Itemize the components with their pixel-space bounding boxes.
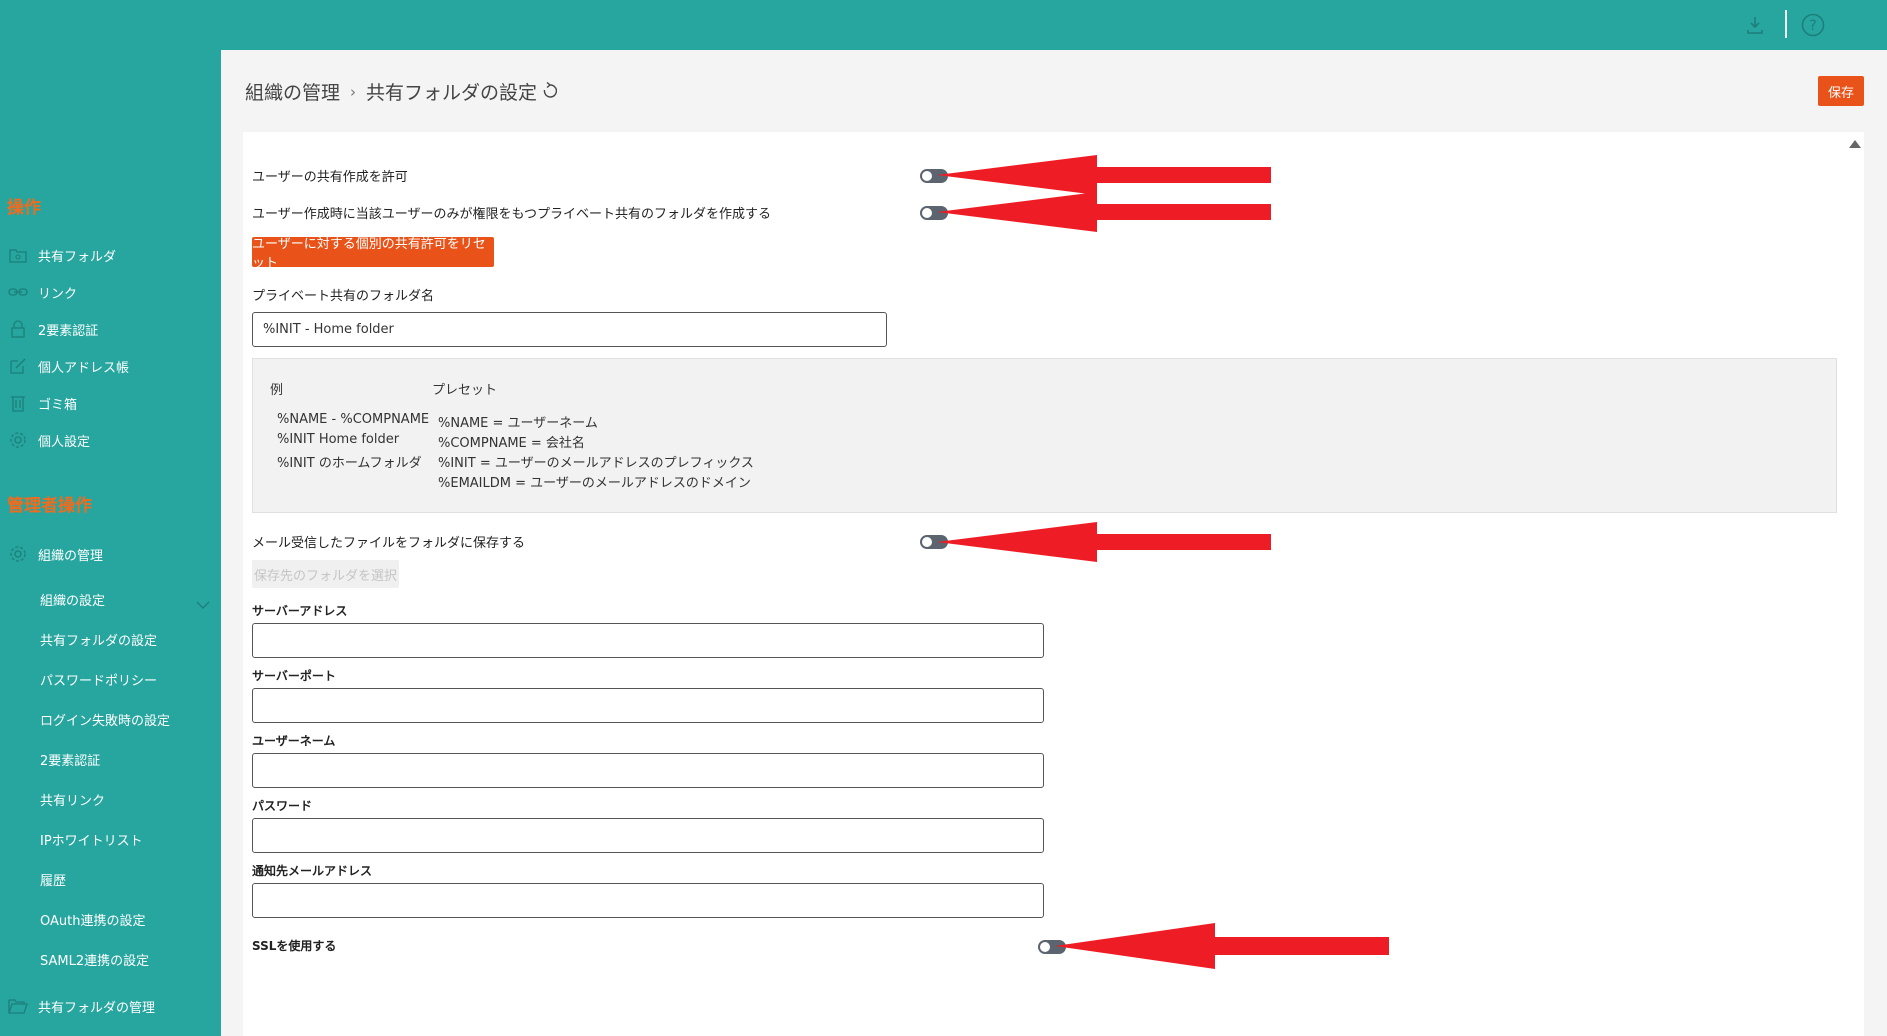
- sidebar: 操作 共有フォルダ リンク 2要素認証 個人アドレス帳 ゴミ箱 個人設定 管理者…: [0, 50, 221, 1036]
- example-line: %INIT Home folder: [277, 432, 400, 447]
- link-icon: [8, 282, 28, 302]
- sidebar-item-label: 組織の管理: [38, 548, 104, 564]
- server-address-input[interactable]: [252, 623, 1044, 658]
- sidebar-subitem-shared-link[interactable]: 共有リンク: [40, 785, 105, 813]
- sidebar-item-link[interactable]: リンク: [0, 276, 221, 308]
- sidebar-item-personal-settings[interactable]: 個人設定: [0, 424, 221, 456]
- breadcrumb: 組織の管理 › 共有フォルダの設定: [245, 78, 558, 105]
- annotation-arrow-icon: [1055, 923, 1389, 969]
- sidebar-subitem-ip-whitelist[interactable]: IPホワイトリスト: [40, 825, 143, 853]
- password-label: パスワード: [252, 799, 313, 813]
- example-line: %INIT のホームフォルダ: [277, 456, 422, 471]
- sidebar-subitem-saml2[interactable]: SAML2連携の設定: [40, 945, 149, 973]
- preset-line: %COMPNAME = 会社名: [438, 436, 585, 451]
- sidebar-item-shared-folder[interactable]: 共有フォルダ: [0, 239, 221, 271]
- sidebar-subitem-oauth[interactable]: OAuth連携の設定: [40, 905, 145, 933]
- sidebar-subitem-password-policy[interactable]: パスワードポリシー: [40, 665, 157, 693]
- section-title-operations: 操作: [7, 198, 41, 218]
- toolbar-divider: [1785, 10, 1787, 38]
- create-private-folder-label: ユーザー作成時に当該ユーザーのみが権限をもつプライベート共有のフォルダを作成する: [252, 207, 771, 222]
- preset-header: プレセット: [432, 383, 498, 398]
- help-icon[interactable]: ?: [1801, 13, 1825, 37]
- reset-share-permission-button[interactable]: ユーザーに対する個別の共有許可をリセット: [252, 237, 494, 271]
- scroll-up-icon[interactable]: [1849, 140, 1861, 148]
- svg-text:?: ?: [1809, 18, 1816, 34]
- preset-line: %INIT = ユーザーのメールアドレスのプレフィックス: [438, 456, 754, 471]
- gear-icon: [8, 544, 28, 564]
- sidebar-subitem-history[interactable]: 履歴: [40, 865, 66, 893]
- server-address-label: サーバーアドレス: [252, 604, 348, 618]
- chevron-down-icon[interactable]: [196, 594, 210, 613]
- example-header: 例: [270, 383, 284, 398]
- sidebar-subitem-login-failure[interactable]: ログイン失敗時の設定: [40, 705, 170, 733]
- sidebar-item-org-management[interactable]: 組織の管理: [0, 538, 221, 570]
- private-folder-name-input[interactable]: %INIT - Home folder: [252, 312, 887, 347]
- preset-line: %EMAILDM = ユーザーのメールアドレスのドメイン: [438, 476, 751, 491]
- lock-icon: [8, 319, 28, 339]
- preset-info-box: 例 プレセット %NAME - %COMPNAME %INIT Home fol…: [252, 358, 1837, 513]
- folder-open-icon: [8, 996, 28, 1016]
- private-folder-name-label: プライベート共有のフォルダ名: [252, 289, 435, 304]
- server-port-input[interactable]: [252, 688, 1044, 723]
- edit-icon: [8, 356, 28, 376]
- sidebar-item-label: 共有フォルダの管理: [38, 1000, 156, 1016]
- save-mail-files-label: メール受信したファイルをフォルダに保存する: [252, 536, 526, 551]
- sidebar-subitem-org-settings[interactable]: 組織の設定: [40, 585, 105, 613]
- annotation-arrow-icon: [937, 155, 1271, 195]
- sidebar-item-address-book[interactable]: 個人アドレス帳: [0, 350, 221, 382]
- preset-line: %NAME = ユーザーネーム: [438, 416, 598, 431]
- sidebar-subitem-2fa[interactable]: 2要素認証: [40, 745, 100, 773]
- annotation-arrow-icon: [937, 522, 1271, 562]
- sidebar-item-trash[interactable]: ゴミ箱: [0, 387, 221, 419]
- top-bar: ?: [0, 0, 1887, 50]
- download-icon[interactable]: [1743, 13, 1767, 37]
- refresh-icon[interactable]: [543, 81, 558, 103]
- username-input[interactable]: [252, 753, 1044, 788]
- select-folder-button[interactable]: 保存先のフォルダを選択: [252, 560, 399, 588]
- settings-panel: ユーザーの共有作成を許可 ユーザー作成時に当該ユーザーのみが権限をもつプライベー…: [243, 132, 1864, 1036]
- server-port-label: サーバーポート: [252, 669, 336, 683]
- sidebar-item-label: 共有フォルダ: [38, 249, 117, 265]
- main-content: 組織の管理 › 共有フォルダの設定 保存 ユーザーの共有作成を許可 ユーザー作成…: [221, 50, 1887, 1036]
- sidebar-item-label: リンク: [38, 286, 78, 302]
- sidebar-item-shared-folder-management[interactable]: 共有フォルダの管理: [0, 990, 221, 1022]
- notify-email-input[interactable]: [252, 883, 1044, 918]
- section-title-admin: 管理者操作: [7, 496, 92, 516]
- annotation-arrow-icon: [937, 192, 1271, 232]
- sidebar-item-label: 個人アドレス帳: [38, 360, 130, 376]
- sidebar-item-label: 2要素認証: [38, 323, 99, 339]
- sidebar-item-label: 個人設定: [38, 434, 91, 450]
- password-input[interactable]: [252, 818, 1044, 853]
- gear-icon: [8, 430, 28, 450]
- sidebar-item-label: ゴミ箱: [38, 397, 78, 413]
- save-button[interactable]: 保存: [1818, 76, 1864, 106]
- sidebar-subitem-shared-folder-settings[interactable]: 共有フォルダの設定: [40, 625, 157, 653]
- shared-folder-icon: [8, 245, 28, 265]
- example-line: %NAME - %COMPNAME: [277, 412, 430, 427]
- allow-user-share-label: ユーザーの共有作成を許可: [252, 170, 408, 185]
- sidebar-item-2fa[interactable]: 2要素認証: [0, 313, 221, 345]
- ssl-label: SSLを使用する: [252, 939, 337, 953]
- notify-email-label: 通知先メールアドレス: [252, 864, 373, 878]
- trash-icon: [8, 393, 28, 413]
- username-label: ユーザーネーム: [252, 734, 336, 748]
- breadcrumb-parent[interactable]: 組織の管理: [245, 78, 340, 105]
- page-title: 共有フォルダの設定: [366, 82, 538, 104]
- breadcrumb-separator-icon: ›: [350, 82, 357, 101]
